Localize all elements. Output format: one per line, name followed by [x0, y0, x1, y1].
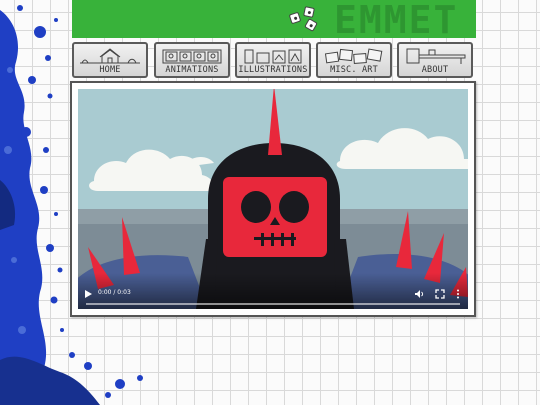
nav-misc-art-button[interactable]: MISC. ART — [316, 42, 392, 78]
nav-illustrations-label: ILLUSTRATIONS — [238, 65, 308, 75]
fullscreen-icon[interactable] — [435, 289, 445, 299]
more-options-icon[interactable] — [454, 289, 462, 299]
house-sketch-icon — [80, 48, 140, 64]
nav-illustrations-button[interactable]: ILLUSTRATIONS — [235, 42, 311, 78]
scattered-papers-icon — [324, 48, 383, 64]
volume-icon[interactable] — [414, 289, 424, 299]
desk-icon — [406, 48, 466, 64]
video-controls: 0:00 / 0:03 — [78, 287, 468, 309]
nav-home-button[interactable]: HOME — [72, 42, 148, 78]
video-frame: 0:00 / 0:03 — [70, 81, 476, 317]
film-strip-icon — [162, 49, 222, 64]
nav-animations-button[interactable]: ANIMATIONS — [154, 42, 230, 78]
main-nav: HOME ANIMATIONS ILLUSTRATIONS MISC. ART … — [72, 42, 476, 78]
dice-icon — [288, 11, 302, 25]
site-title: EMMET — [334, 0, 459, 38]
nav-home-label: HOME — [99, 65, 121, 75]
video-player[interactable]: 0:00 / 0:03 — [78, 89, 468, 309]
dice-icon — [304, 18, 318, 32]
play-icon[interactable] — [83, 289, 93, 299]
header-banner: EMMET — [72, 0, 476, 38]
drawings-icon — [244, 49, 302, 64]
video-progress-bar[interactable] — [86, 303, 460, 305]
nav-animations-label: ANIMATIONS — [165, 65, 219, 75]
nav-about-button[interactable]: ABOUT — [397, 42, 473, 78]
video-time-display: 0:00 / 0:03 — [98, 289, 131, 296]
dice-icon — [303, 6, 315, 18]
skull-knight-scene — [78, 89, 468, 309]
nav-about-label: ABOUT — [421, 65, 449, 75]
nav-misc-art-label: MISC. ART — [330, 65, 378, 75]
